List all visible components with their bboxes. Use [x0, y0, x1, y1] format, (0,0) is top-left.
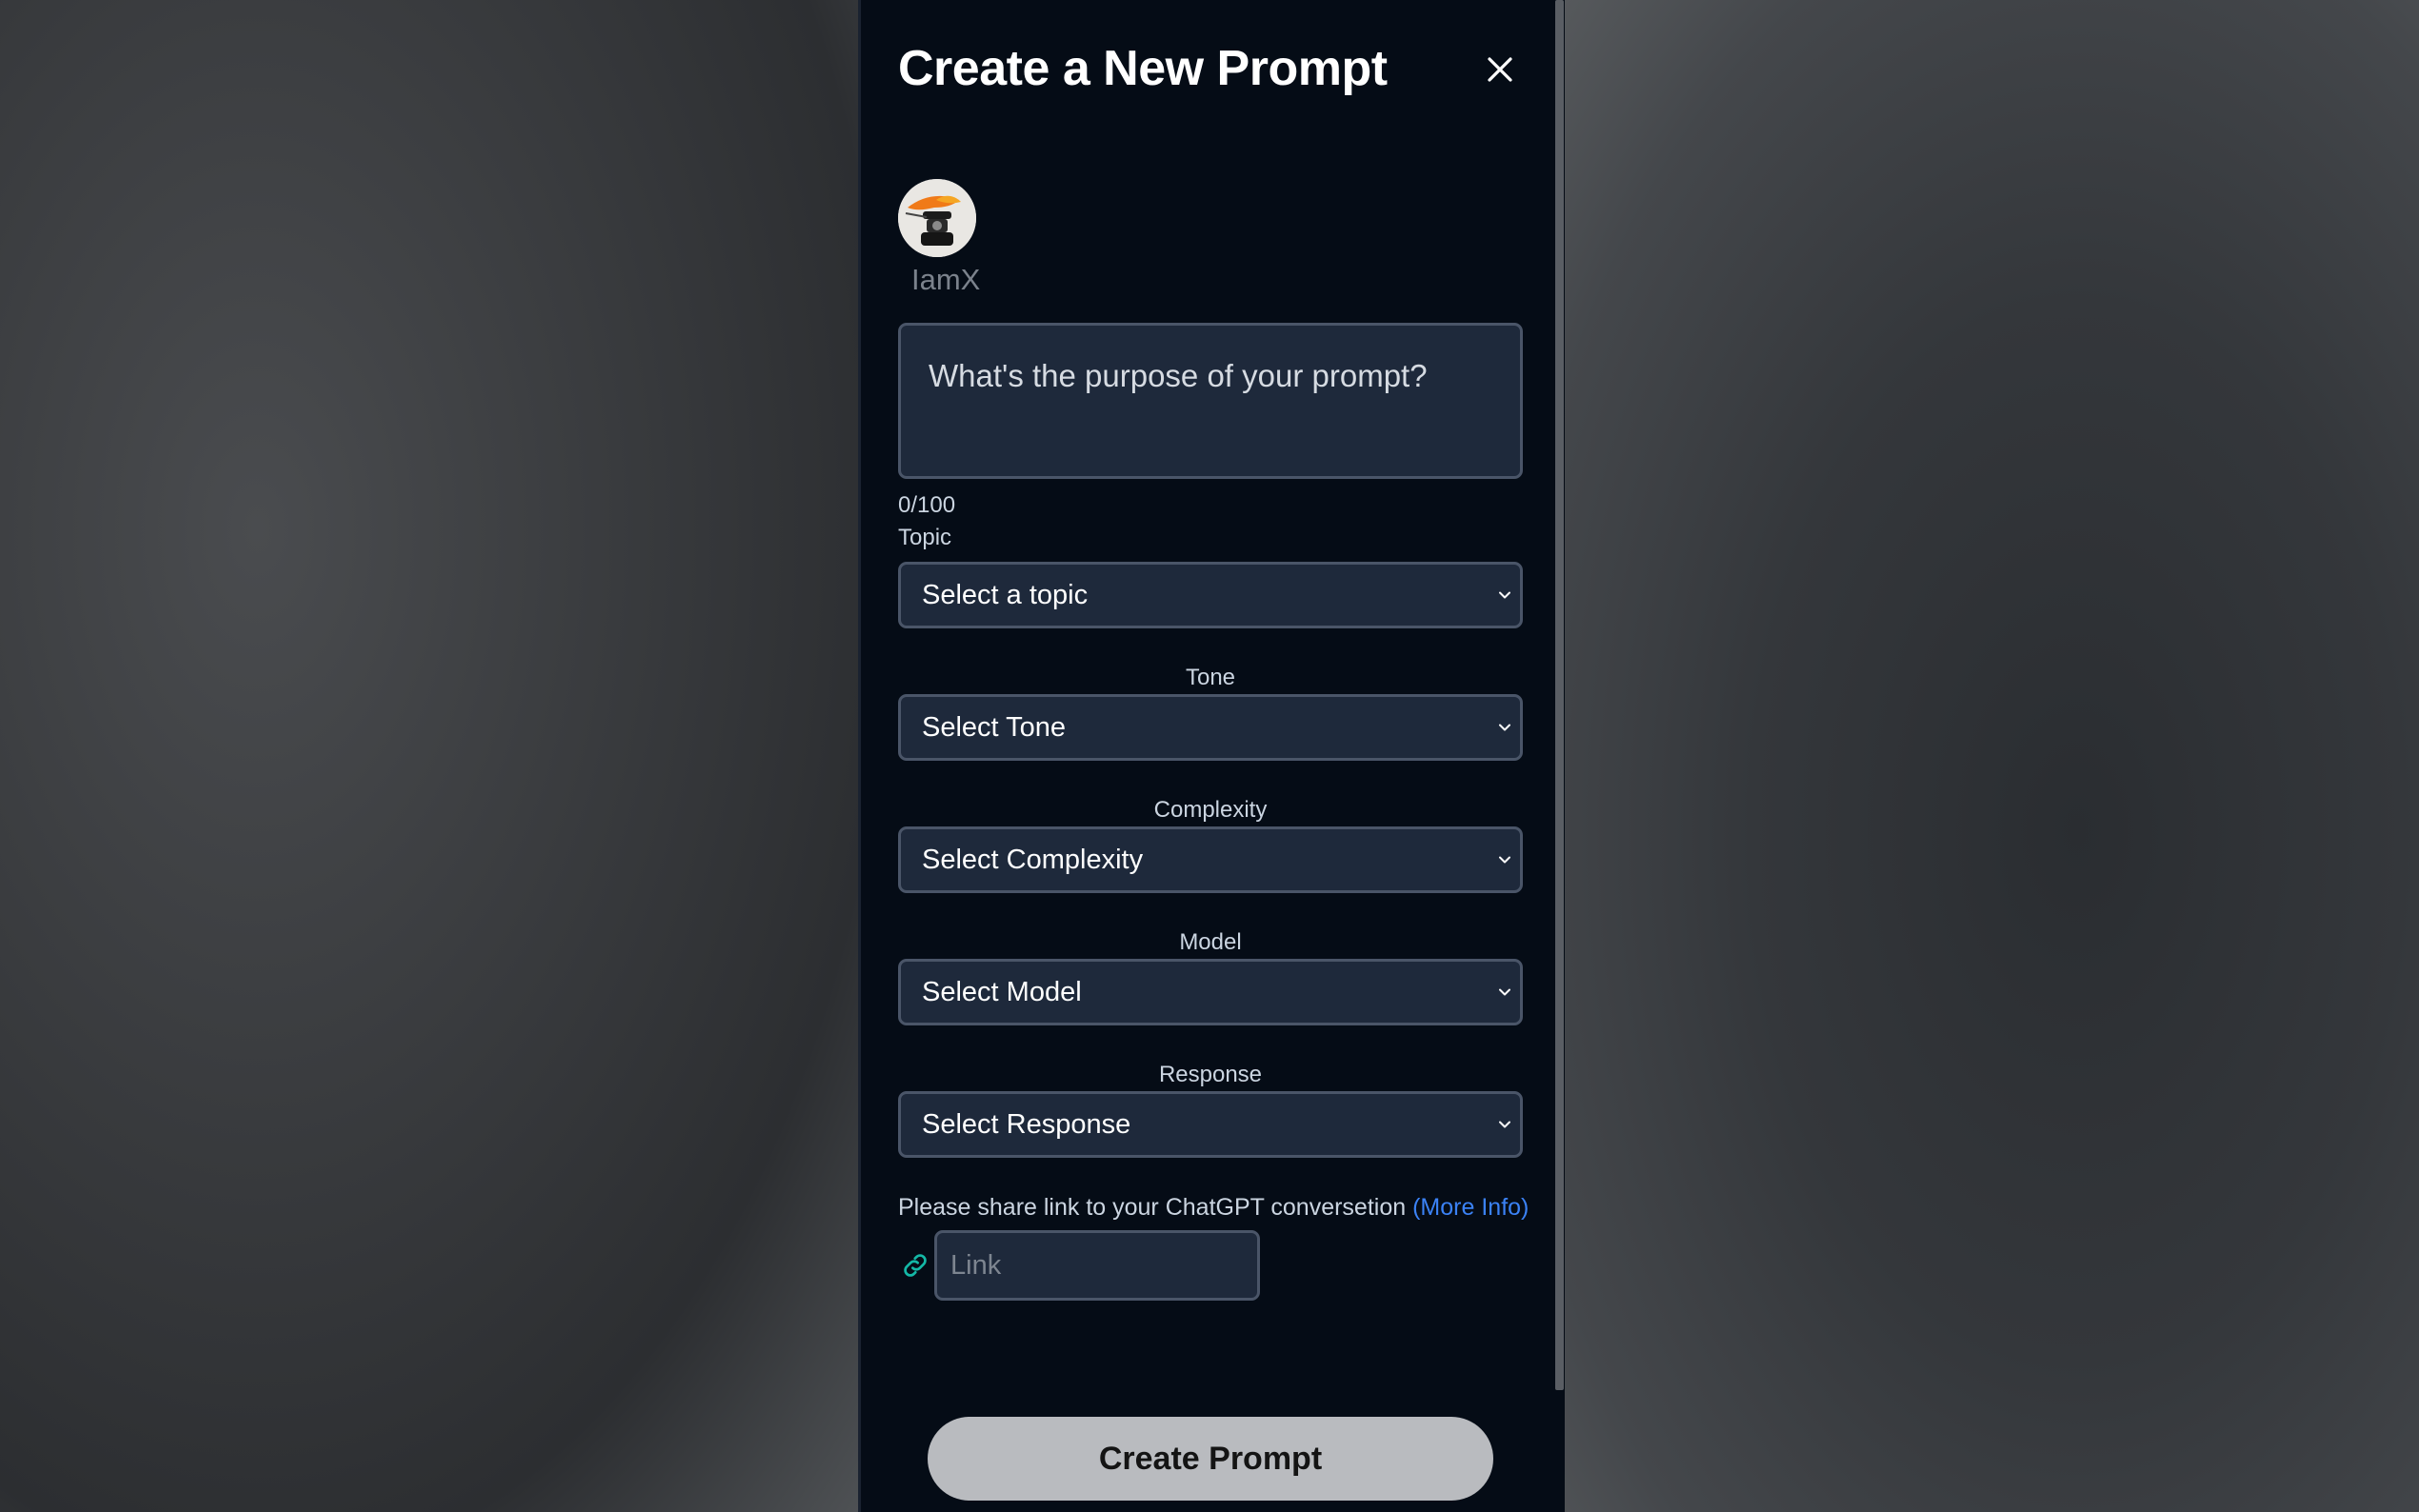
- tone-select-value: Select Tone: [922, 711, 1067, 743]
- modal-scrollbar[interactable]: [1555, 0, 1564, 1390]
- model-label: Model: [1179, 929, 1242, 955]
- response-label: Response: [1158, 1062, 1263, 1087]
- complexity-label: Complexity: [1153, 797, 1268, 823]
- topic-select[interactable]: Select a topic: [898, 562, 1523, 628]
- link-icon: [904, 1254, 927, 1277]
- complexity-select-value: Select Complexity: [922, 844, 1144, 875]
- tone-select[interactable]: Select Tone: [898, 694, 1523, 761]
- topic-select-value: Select a topic: [922, 579, 1089, 610]
- more-info-link[interactable]: (More Info): [1412, 1194, 1529, 1221]
- close-button[interactable]: [1482, 51, 1518, 88]
- purpose-textarea[interactable]: [898, 323, 1523, 479]
- model-select-value: Select Model: [922, 976, 1082, 1007]
- link-instructions-text: Please share link to your ChatGPT conver…: [898, 1194, 1407, 1221]
- backdrop-right: [1565, 0, 2419, 1512]
- create-prompt-button[interactable]: Create Prompt: [928, 1417, 1493, 1501]
- username: IamX: [911, 263, 981, 296]
- complexity-select[interactable]: Select Complexity: [898, 826, 1523, 893]
- chevron-down-icon: [1499, 856, 1510, 864]
- close-icon: [1488, 57, 1512, 82]
- chevron-down-icon: [1499, 724, 1510, 731]
- chevron-down-icon: [1499, 988, 1510, 996]
- backdrop-left: [0, 0, 858, 1512]
- avatar[interactable]: [898, 179, 976, 257]
- topic-label: Topic: [898, 525, 952, 550]
- link-input[interactable]: [934, 1230, 1260, 1301]
- character-counter: 0/100: [898, 492, 956, 518]
- chevron-down-icon: [1499, 1121, 1510, 1128]
- response-select[interactable]: Select Response: [898, 1091, 1523, 1158]
- modal-title: Create a New Prompt: [898, 41, 1388, 96]
- response-select-value: Select Response: [922, 1108, 1131, 1140]
- avatar-image: [898, 179, 976, 257]
- model-select[interactable]: Select Model: [898, 959, 1523, 1025]
- tone-label: Tone: [1185, 665, 1236, 690]
- chevron-down-icon: [1499, 591, 1510, 599]
- link-instructions: Please share link to your ChatGPT conver…: [898, 1194, 1529, 1222]
